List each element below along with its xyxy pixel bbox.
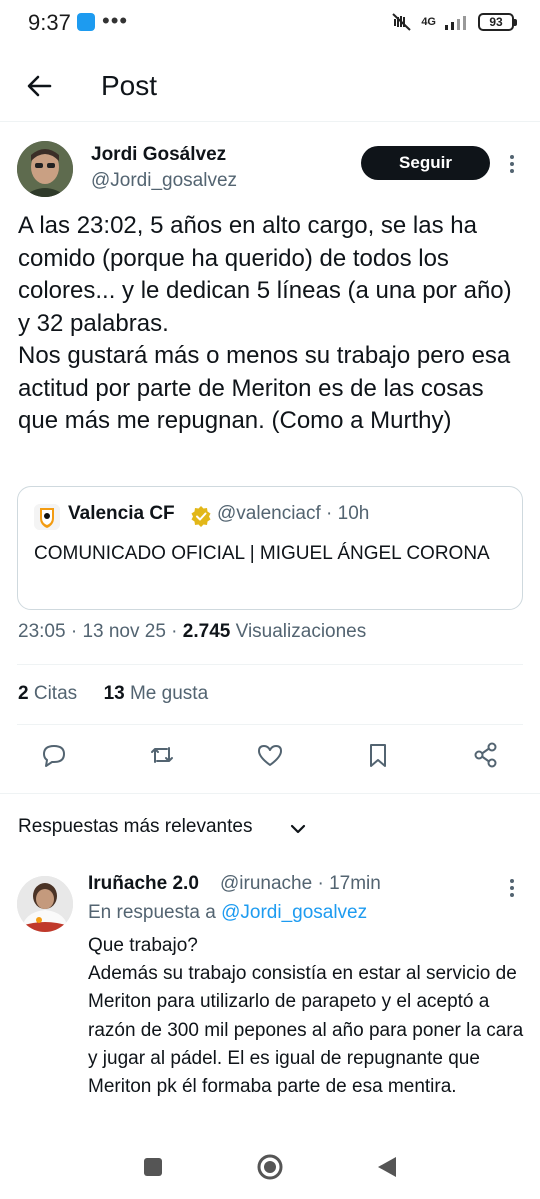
quoted-post[interactable]: Valencia CF @valenciacf · 10h COMUNICADO… [17, 486, 523, 610]
author-handle[interactable]: @Jordi_gosalvez [91, 170, 237, 192]
views-count: 2.745 [182, 621, 231, 642]
post-date: 13 nov 25 [82, 621, 166, 642]
quoted-text: COMUNICADO OFICIAL | MIGUEL ÁNGEL CORONA [34, 543, 490, 564]
quoted-handle-line: @valenciacf · 10h [217, 503, 370, 524]
battery-icon: 93 [478, 13, 517, 31]
quotes-label: Citas [33, 683, 78, 704]
in-reply-to: En respuesta a @Jordi_gosalvez [88, 902, 367, 924]
in-reply-prefix: En respuesta a [88, 902, 216, 923]
bookmark-icon[interactable] [363, 740, 393, 770]
likes-stat[interactable]: 13 Me gusta [104, 683, 209, 704]
app-notification-icon [77, 13, 95, 31]
post-stats: 2 Citas 13 Me gusta [18, 683, 208, 705]
status-icons: 4G 93 [391, 12, 517, 32]
quotes-stat[interactable]: 2 Citas [18, 683, 77, 704]
reply-handle-line: @irunache · 17min [220, 873, 381, 894]
back-nav-icon[interactable] [372, 1152, 402, 1182]
reply-icon[interactable] [39, 740, 69, 770]
signal-icon [444, 14, 470, 30]
tweet-text: A las 23:02, 5 años en alto cargo, se la… [18, 212, 512, 434]
views-label: Visualizaciones [235, 621, 367, 642]
mute-icon [391, 12, 413, 32]
chevron-down-icon[interactable] [289, 820, 307, 838]
reply-avatar[interactable] [17, 876, 73, 932]
author-name[interactable]: Jordi Gosálvez [91, 144, 226, 166]
status-time: 9:37 [28, 10, 71, 35]
in-reply-handle-link[interactable]: @Jordi_gosalvez [221, 902, 367, 923]
post-meta: 23:05 · 13 nov 25 · 2.745 Visualizacione… [18, 621, 367, 642]
repost-icon[interactable] [147, 740, 177, 770]
follow-button[interactable]: Seguir [361, 146, 490, 180]
home-icon[interactable] [255, 1152, 285, 1182]
back-button[interactable] [22, 68, 58, 104]
verified-badge-icon [190, 505, 212, 527]
likes-count: 13 [103, 683, 125, 704]
system-nav-bar [0, 1140, 540, 1199]
reply-age: 17min [329, 873, 381, 894]
share-icon[interactable] [471, 740, 501, 770]
page-title: Post [101, 70, 158, 101]
divider [17, 664, 523, 665]
more-notifications-icon: ••• [102, 8, 129, 33]
reply-author-name[interactable]: Iruñache 2.0 [88, 873, 199, 895]
reply-handle[interactable]: @irunache [220, 873, 312, 894]
status-bar: 9:37 ••• 4G 93 [0, 0, 540, 48]
quotes-count: 2 [18, 683, 29, 704]
recents-icon[interactable] [138, 1152, 168, 1182]
divider [17, 724, 523, 725]
quoted-author-name: Valencia CF [68, 503, 175, 524]
quoted-handle: @valenciacf [217, 503, 321, 524]
reply-more-options-icon[interactable] [506, 876, 518, 900]
likes-label: Me gusta [129, 683, 209, 704]
action-bar [0, 740, 540, 780]
section-divider [0, 793, 540, 794]
quoted-avatar [34, 504, 60, 530]
more-options-icon[interactable] [506, 152, 518, 176]
reply-text: Que trabajo? Además su trabajo consistía… [88, 935, 524, 1098]
header: Post [0, 56, 540, 122]
post-time: 23:05 [18, 621, 66, 642]
quoted-age: 10h [337, 503, 370, 524]
network-type: 4G [421, 16, 436, 28]
author-avatar[interactable] [17, 141, 73, 197]
replies-sort-dropdown[interactable]: Respuestas más relevantes [18, 816, 252, 838]
back-arrow-icon [27, 75, 52, 97]
like-icon[interactable] [255, 740, 285, 770]
